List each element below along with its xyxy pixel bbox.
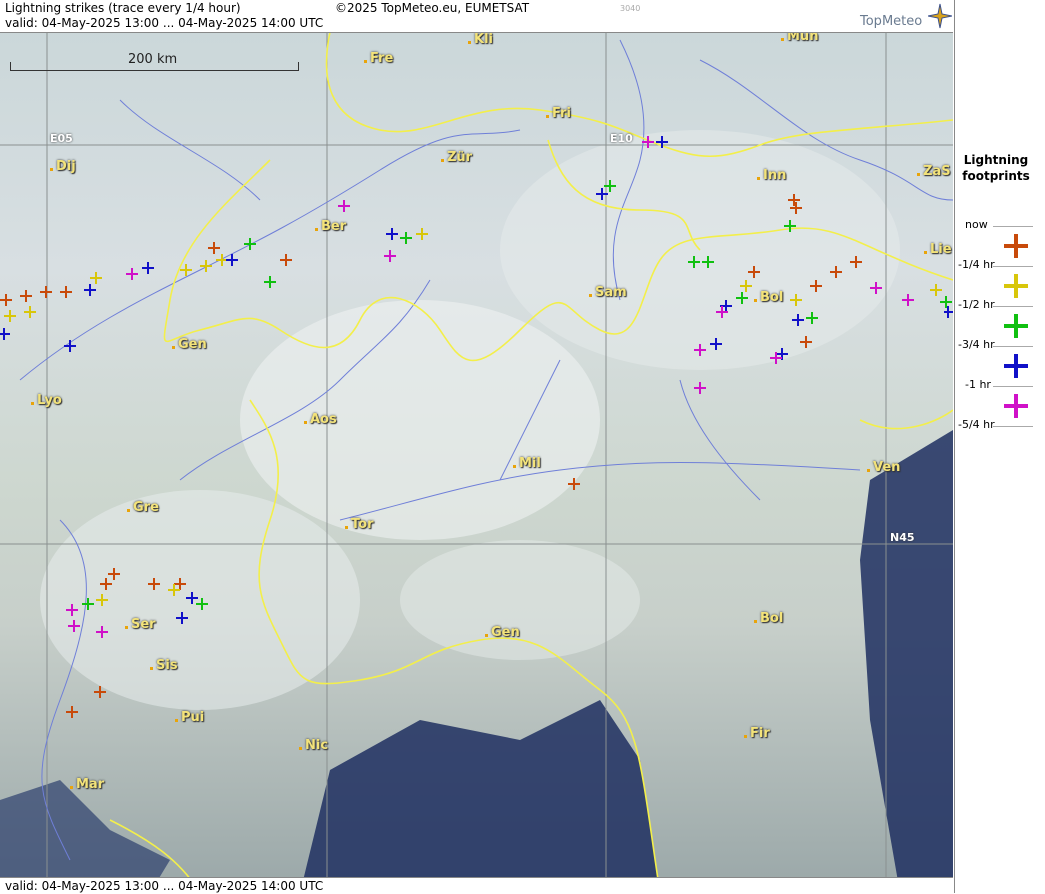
map-overlay [0,31,953,893]
legend-panel: Lightning footprints now -1/4 hr -1/2 hr… [954,0,1045,893]
city-label: Ven [867,460,900,475]
city-label: Lyo [31,393,62,408]
legend-title: Lightning footprints [962,153,1030,183]
scale-label: 200 km [128,52,178,67]
city-label: Tor [345,517,373,532]
legend-item: -1/4 hr [955,258,1045,298]
legend-item: -5/4 hr [955,418,1045,458]
legend-item: now [955,218,1045,258]
city-label: Mil [513,456,541,471]
header-bar: Lightning strikes (trace every 1/4 hour)… [0,0,953,33]
city-label: Ser [125,617,156,632]
grid-label-e10: E10 [610,132,633,145]
topmeteo-logo-icon [928,3,952,29]
sea-adriatic [860,430,953,893]
city-label: Gen [485,625,520,640]
city-label: Ber [315,219,346,234]
map-code: 3040 [620,4,641,13]
city-label: Nic [299,738,328,753]
city-label: Gen [172,337,207,352]
city-label: Fir [744,726,770,741]
city-label: Gre [127,500,159,515]
legend-item: -1/2 hr [955,298,1045,338]
footer-valid-time: valid: 04-May-2025 13:00 ... 04-May-2025… [5,879,324,893]
city-label: Pui [175,710,204,725]
city-label: Sam [589,285,627,300]
legend-item: -3/4 hr [955,338,1045,378]
city-label: ZaS [917,164,951,179]
grid-label-n45: N45 [890,531,915,544]
city-label: Lie [924,242,952,257]
city-label: Inn [757,168,786,183]
city-label: Aos [304,412,337,427]
city-label: Dij [50,159,76,174]
satellite-map: 200 km E05 E10 N45 Kli Mun Fre Fri Dij Z… [0,0,953,893]
city-label: Zür [441,150,472,165]
city-label: Fre [364,51,393,66]
city-label: Bol [754,611,783,626]
grid-label-e05: E05 [50,132,73,145]
city-label: Mar [70,777,104,792]
legend-item: -1 hr [955,378,1045,418]
city-label: Bol [754,290,783,305]
city-label: Kli [468,32,493,47]
brand-name: TopMeteo [860,14,923,29]
city-label: Sis [150,658,178,673]
map-title: Lightning strikes (trace every 1/4 hour) [5,1,241,15]
valid-time: valid: 04-May-2025 13:00 ... 04-May-2025… [5,16,324,30]
copyright: ©2025 TopMeteo.eu, EUMETSAT [335,1,530,15]
footer-bar: valid: 04-May-2025 13:00 ... 04-May-2025… [0,877,953,894]
city-label: Fri [546,106,571,121]
